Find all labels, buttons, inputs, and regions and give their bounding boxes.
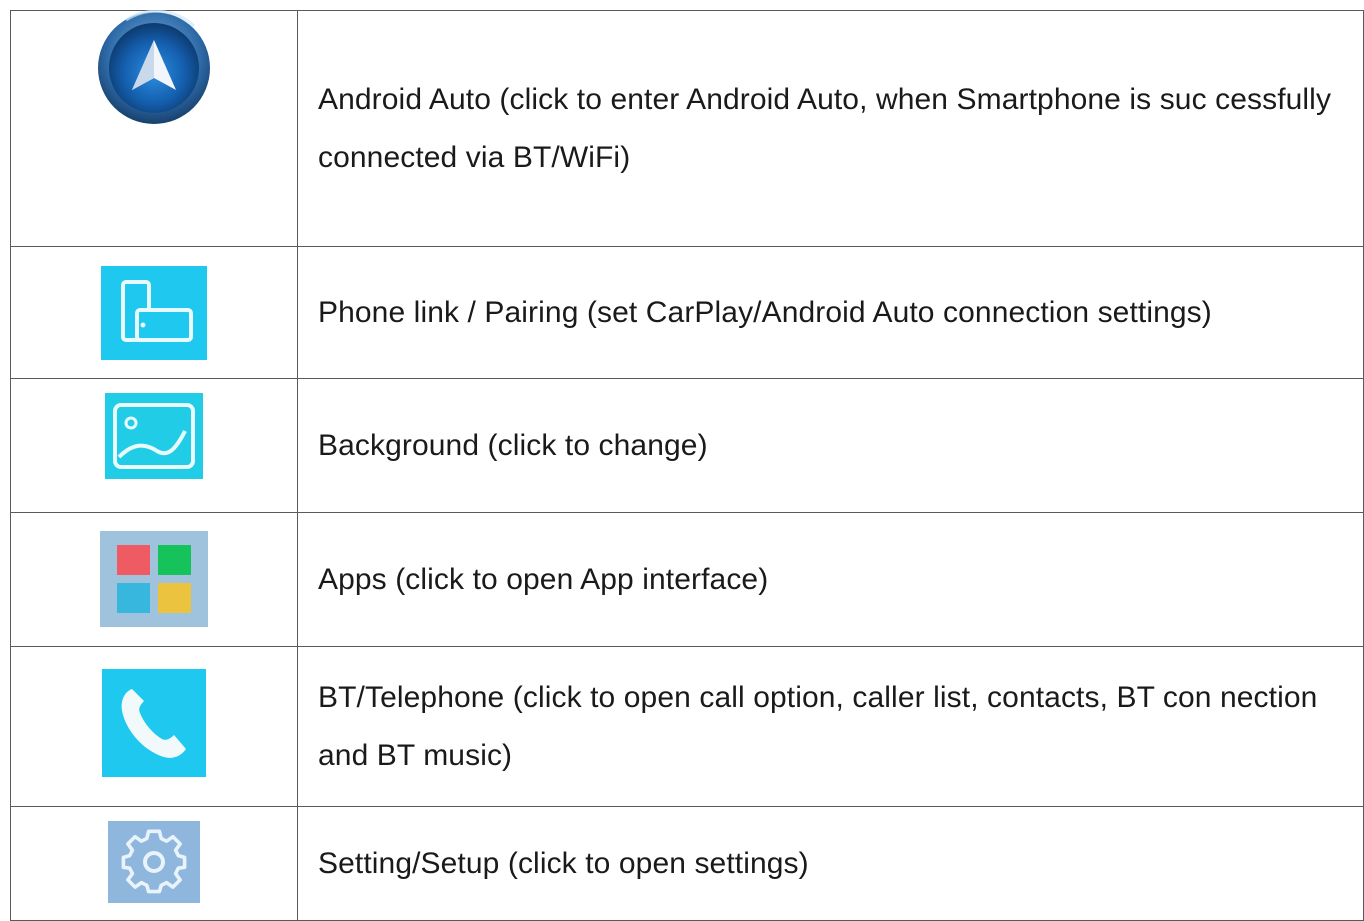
row-description: Setting/Setup (click to open settings) [318,846,809,880]
table-row: Android Auto (click to enter Android Aut… [10,10,1364,247]
apps-grid-icon [100,531,208,627]
icon-cell [10,806,298,921]
table-row: BT/Telephone (click to open call option,… [10,646,1364,807]
phone-link-icon [101,266,207,360]
description-cell: BT/Telephone (click to open call option,… [297,646,1364,807]
row-description: Android Auto (click to enter Android Aut… [318,82,1332,174]
description-cell: Setting/Setup (click to open settings) [297,806,1364,921]
icon-cell [10,646,298,807]
description-cell: Phone link / Pairing (set CarPlay/Androi… [297,246,1364,379]
background-image-icon [105,393,203,479]
table-row: Apps (click to open App interface) [10,512,1364,647]
table-row: Setting/Setup (click to open settings) [10,806,1364,921]
row-description: Phone link / Pairing (set CarPlay/Androi… [318,295,1212,329]
icon-cell [10,378,298,513]
row-description: Apps (click to open App interface) [318,562,769,596]
description-cell: Background (click to change) [297,378,1364,513]
telephone-icon [102,669,206,777]
icon-cell [10,10,298,247]
table-row: Background (click to change) [10,378,1364,513]
icon-description-table: Android Auto (click to enter Android Aut… [10,10,1364,921]
table-row: Phone link / Pairing (set CarPlay/Androi… [10,246,1364,379]
row-description: BT/Telephone (click to open call option,… [318,680,1318,772]
android-auto-icon [96,10,212,126]
description-cell: Apps (click to open App interface) [297,512,1364,647]
settings-gear-icon [108,821,200,903]
icon-cell [10,512,298,647]
row-description: Background (click to change) [318,428,708,462]
icon-cell [10,246,298,379]
description-cell: Android Auto (click to enter Android Aut… [297,10,1364,247]
